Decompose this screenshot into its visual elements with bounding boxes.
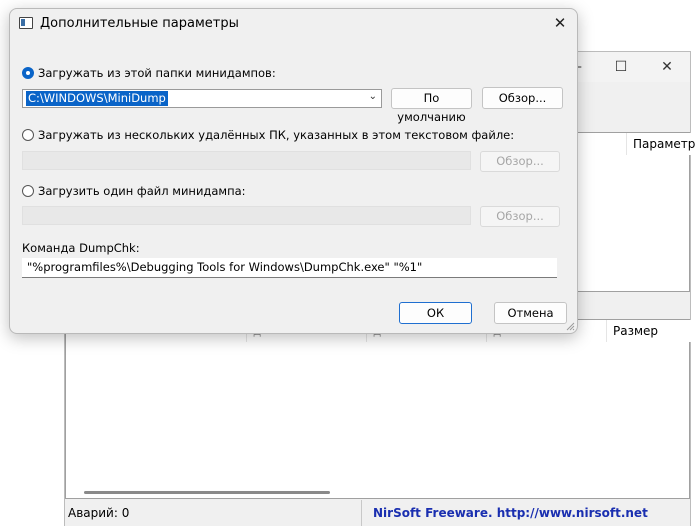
chevron-down-icon[interactable]: ⌄: [369, 91, 377, 102]
close-icon[interactable]: ✕: [548, 12, 572, 34]
single-file-field: [22, 206, 471, 225]
dialog-title: Дополнительные параметры: [40, 16, 239, 31]
column-header-parameter[interactable]: Параметр: [626, 133, 697, 155]
window-icon: [19, 17, 33, 29]
radio-remote-label[interactable]: Загружать из нескольких удалённых ПК, ук…: [38, 128, 514, 142]
dumpchk-label: Команда DumpChk:: [22, 241, 140, 255]
radio-single[interactable]: [22, 185, 34, 197]
cancel-button[interactable]: Отмена: [494, 302, 567, 324]
minidump-folder-value[interactable]: C:\WINDOWS\MiniDump: [26, 91, 168, 106]
browse-folder-button[interactable]: Обзор...: [482, 87, 563, 109]
maximize-icon[interactable]: ☐: [598, 52, 644, 82]
ok-button[interactable]: ОК: [399, 302, 472, 324]
radio-folder-label[interactable]: Загружать из этой папки минидампов:: [38, 66, 276, 80]
remote-file-field: [22, 151, 471, 170]
status-credit-link[interactable]: NirSoft Freeware. http://www.nirsoft.net: [373, 500, 648, 526]
horizontal-scrollbar[interactable]: [84, 491, 330, 494]
radio-folder[interactable]: [22, 67, 34, 79]
default-folder-button[interactable]: По умолчанию: [391, 88, 472, 124]
status-bar: Аварий: 0 NirSoft Freeware. http://www.n…: [65, 500, 690, 526]
resize-grip-icon[interactable]: [565, 321, 575, 331]
minidump-folder-combo[interactable]: C:\WINDOWS\MiniDump ⌄: [22, 89, 382, 108]
radio-remote[interactable]: [22, 129, 34, 141]
advanced-options-dialog: Дополнительные параметры ✕ Загружать из …: [9, 8, 578, 334]
browse-remote-button: Обзор...: [480, 151, 560, 172]
radio-single-label[interactable]: Загрузить один файл минидампа:: [38, 184, 246, 198]
column-header-size[interactable]: Размер: [606, 320, 691, 342]
status-crash-count: Аварий: 0: [65, 500, 362, 526]
close-icon[interactable]: ✕: [644, 52, 690, 82]
dumpchk-command-input[interactable]: "%programfiles%\Debugging Tools for Wind…: [22, 258, 557, 278]
browse-single-button: Обзор...: [480, 206, 560, 227]
driver-list[interactable]: д д д Размер: [65, 319, 691, 499]
